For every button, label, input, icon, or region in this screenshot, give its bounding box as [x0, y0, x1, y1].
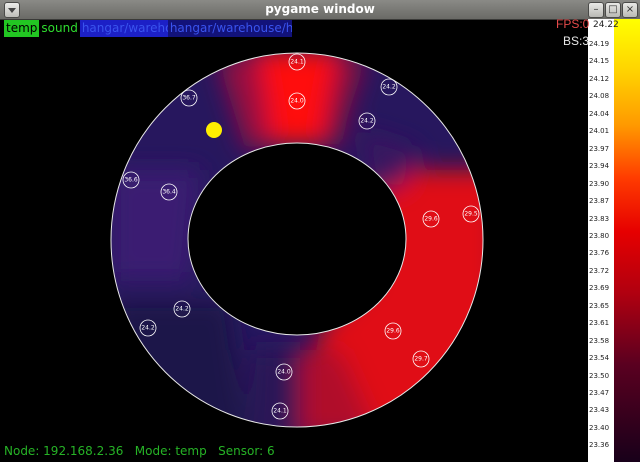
svg-text:29.7: 29.7 — [414, 356, 428, 363]
sound-mode-button[interactable]: sound — [39, 20, 79, 37]
scale-tick-label: 23.87 — [589, 197, 610, 206]
bs-counter: BS:3 — [563, 34, 590, 48]
scale-tick-label: 23.83 — [589, 214, 610, 223]
scale-tick-label: 23.50 — [589, 371, 610, 380]
selected-node-marker[interactable] — [206, 122, 222, 138]
svg-text:24.1: 24.1 — [273, 408, 287, 415]
minimize-icon[interactable]: – — [588, 2, 604, 18]
status-line: Node: 192.168.2.36 Mode: temp Sensor: 6 — [4, 444, 275, 458]
scale-tick-label: 23.61 — [589, 319, 610, 328]
pygame-window: pygame window – □ × 24.22 24.19 24.15 24.1… — [0, 0, 640, 462]
svg-text:24.2: 24.2 — [175, 306, 189, 313]
scale-tick-label: 24.01 — [589, 127, 610, 136]
scale-tick-label: 23.97 — [589, 144, 610, 153]
scale-tick-label: 23.80 — [589, 231, 610, 240]
mode-button-4[interactable]: hangar/warehouse/hangar — [167, 20, 292, 37]
scale-tick-label: 23.76 — [589, 249, 610, 258]
temp-mode-button[interactable]: temp — [4, 20, 40, 37]
mode-toolbar: temp sound hangar/warehouse hangar/wareh… — [4, 20, 292, 37]
scale-tick-label: 23.54 — [589, 354, 610, 363]
svg-text:29.6: 29.6 — [386, 328, 400, 335]
inner-ring-hole — [187, 142, 407, 336]
svg-text:24.2: 24.2 — [360, 118, 374, 125]
svg-text:24.0: 24.0 — [277, 369, 291, 376]
scale-tick-label: 23.72 — [589, 266, 610, 275]
svg-text:29.5: 29.5 — [464, 211, 478, 218]
pygame-canvas: 24.22 24.19 24.15 24.12 24.08 24.04 24.01 23.9… — [0, 17, 640, 462]
svg-text:24.2: 24.2 — [382, 84, 396, 91]
svg-text:24.0: 24.0 — [290, 98, 304, 105]
svg-text:36.4: 36.4 — [162, 189, 176, 196]
scale-tick-label: 23.94 — [589, 162, 610, 171]
scale-tick-label: 23.47 — [589, 389, 610, 397]
scale-tick-label: 23.43 — [589, 406, 610, 415]
svg-text:24.1: 24.1 — [290, 59, 304, 66]
close-icon[interactable]: × — [622, 2, 638, 18]
svg-text:29.6: 29.6 — [424, 216, 438, 223]
scale-tick-label: 23.65 — [589, 301, 610, 310]
scale-tick-label: 24.04 — [589, 109, 610, 118]
scale-tick-label: 24.12 — [589, 74, 610, 83]
window-title: pygame window — [265, 2, 375, 16]
temperature-color-scale — [614, 19, 640, 462]
scale-tick-label: 23.90 — [589, 179, 610, 188]
scale-tick-label: 23.40 — [589, 423, 610, 432]
scale-max-label: 24.22 — [593, 20, 619, 30]
scale-tick-label: 24.19 — [589, 40, 610, 48]
svg-text:36.7: 36.7 — [182, 95, 196, 102]
svg-text:24.2: 24.2 — [141, 325, 155, 332]
scale-tick-label: 23.36 — [589, 441, 610, 450]
svg-text:36.6: 36.6 — [124, 177, 138, 184]
scale-tick-label: 24.08 — [589, 92, 610, 101]
fps-counter: FPS:0 — [556, 17, 590, 31]
maximize-icon[interactable]: □ — [605, 2, 621, 18]
mode-button-3[interactable]: hangar/warehouse — [79, 20, 168, 37]
scale-tick-label: 24.15 — [589, 57, 610, 66]
sensor-ring-visualization: 24.1 24.0 24.2 24.2 36.7 36.6 36.4 29.6 … — [110, 52, 484, 428]
scale-tick-label: 23.69 — [589, 284, 610, 293]
title-bar[interactable]: pygame window – □ × — [0, 0, 640, 20]
scale-tick-label: 23.58 — [589, 336, 610, 345]
